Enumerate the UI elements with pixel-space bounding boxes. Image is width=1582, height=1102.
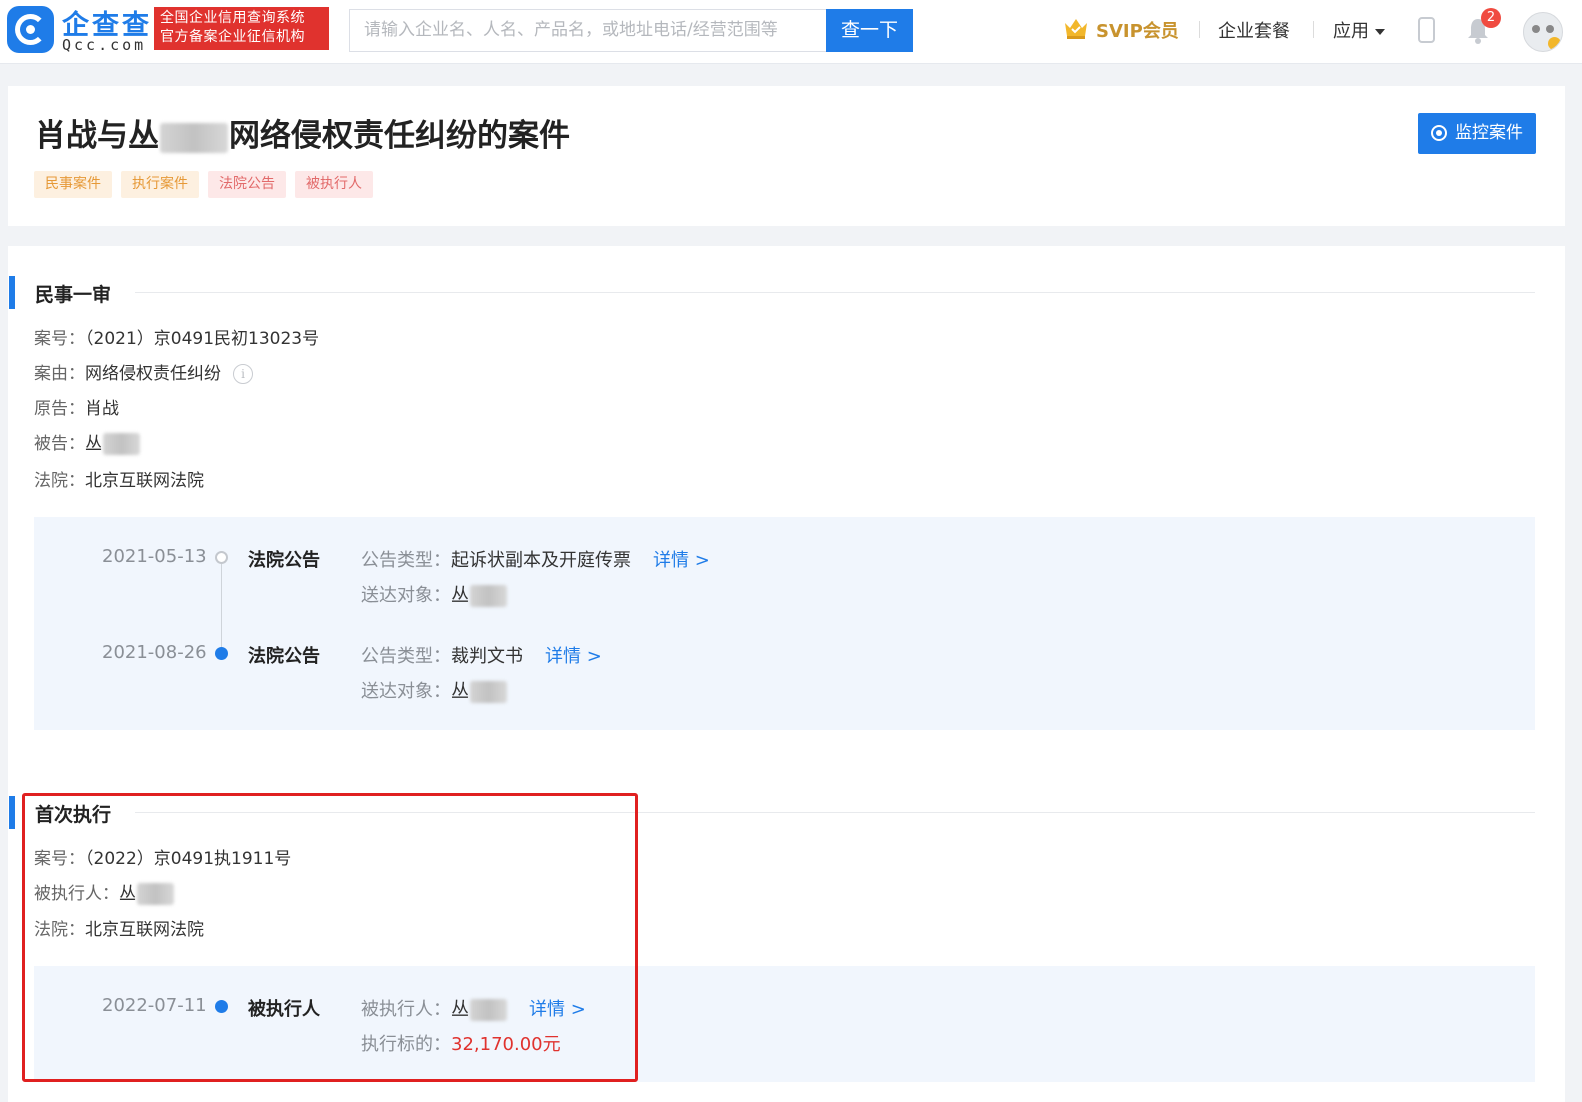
slogan-badge: 全国企业信用查询系统 官方备案企业征信机构 bbox=[154, 7, 329, 50]
first-trial-plaintiff: 原告：肖战 bbox=[34, 394, 119, 419]
case-title-suffix: 网络侵权责任纠纷的案件 bbox=[229, 118, 570, 154]
user-avatar[interactable] bbox=[1523, 12, 1563, 52]
label: 送达对象： bbox=[361, 681, 451, 702]
search-button[interactable]: 查一下 bbox=[826, 9, 913, 52]
case-title: 肖战与丛 网络侵权责任纠纷的案件 bbox=[35, 110, 570, 155]
section-title-first-trial: 民事一审 bbox=[35, 284, 112, 306]
timeline-connector bbox=[221, 563, 222, 647]
tag-execution-case: 执行案件 bbox=[121, 171, 199, 198]
timeline-dot-icon bbox=[215, 551, 228, 564]
timeline-date: 2021-05-13 bbox=[102, 546, 207, 567]
annotation-highlight-box bbox=[22, 793, 638, 1082]
redacted-name bbox=[103, 433, 140, 455]
timeline-event-type: 法院公告 bbox=[248, 550, 320, 571]
value: 裁判文书 bbox=[451, 646, 523, 667]
label: 原告： bbox=[34, 399, 85, 419]
label: 案号： bbox=[34, 329, 85, 349]
value: 北京互联网法院 bbox=[85, 471, 204, 491]
detail-link[interactable]: 详情 > bbox=[653, 550, 710, 571]
label: 公告类型： bbox=[361, 550, 451, 571]
info-icon[interactable]: i bbox=[233, 364, 253, 384]
section-marker bbox=[9, 276, 15, 309]
crown-icon bbox=[1065, 19, 1087, 39]
label: 送达对象： bbox=[361, 585, 451, 606]
qcc-logo-icon[interactable] bbox=[7, 6, 54, 53]
label: 案由： bbox=[34, 364, 85, 384]
nav-apps-dropdown[interactable]: 应用 bbox=[1333, 17, 1385, 43]
section-divider bbox=[135, 292, 1535, 293]
notification-badge: 2 bbox=[1481, 8, 1501, 28]
case-title-prefix: 肖战与丛 bbox=[35, 118, 159, 154]
monitor-icon bbox=[1431, 125, 1447, 141]
first-trial-defendant: 被告：丛 bbox=[34, 429, 140, 455]
redacted-name bbox=[470, 681, 507, 703]
monitor-case-button[interactable]: 监控案件 bbox=[1418, 113, 1536, 154]
first-trial-cause: 案由：网络侵权责任纠纷 i bbox=[34, 359, 253, 384]
case-tags: 民事案件 执行案件 法院公告 被执行人 bbox=[34, 171, 373, 198]
caret-down-icon bbox=[1375, 29, 1385, 35]
top-nav-bar: 企查查 Qcc.com 全国企业信用查询系统 官方备案企业征信机构 请输入企业名… bbox=[0, 0, 1582, 64]
value: 网络侵权责任纠纷 bbox=[85, 364, 221, 384]
monitor-case-label: 监控案件 bbox=[1455, 123, 1523, 143]
value: 丛 bbox=[451, 585, 469, 606]
detail-link[interactable]: 详情 > bbox=[545, 646, 602, 667]
label: 公告类型： bbox=[361, 646, 451, 667]
redacted-name bbox=[160, 122, 228, 153]
slogan-line-1: 全国企业信用查询系统 bbox=[160, 10, 305, 26]
mobile-phone-icon[interactable] bbox=[1418, 17, 1435, 43]
tag-court-notice: 法院公告 bbox=[208, 171, 286, 198]
logo-domain: Qcc.com bbox=[62, 36, 147, 54]
value: 丛 bbox=[451, 681, 469, 702]
value: （2021）京0491民初13023号 bbox=[85, 329, 320, 349]
timeline-dot-icon bbox=[215, 647, 228, 660]
nav-enterprise-package[interactable]: 企业套餐 bbox=[1218, 17, 1290, 43]
section-marker bbox=[9, 796, 15, 829]
divider bbox=[1313, 21, 1314, 38]
value: 肖战 bbox=[85, 399, 119, 419]
timeline-recipient: 送达对象：丛 bbox=[361, 677, 507, 703]
tag-judgment-debtor: 被执行人 bbox=[295, 171, 373, 198]
redacted-name bbox=[470, 585, 507, 607]
slogan-line-2: 官方备案企业征信机构 bbox=[160, 29, 305, 45]
search-input[interactable]: 请输入企业名、人名、产品名，或地址电话/经营范围等 bbox=[349, 9, 827, 52]
timeline-date: 2021-08-26 bbox=[102, 642, 207, 663]
label: 法院： bbox=[34, 471, 85, 491]
timeline-notice-type: 公告类型：裁判文书 详情 > bbox=[361, 642, 602, 668]
first-trial-case-no: 案号：（2021）京0491民初13023号 bbox=[34, 324, 319, 349]
label: 被告： bbox=[34, 434, 85, 454]
tag-civil-case: 民事案件 bbox=[34, 171, 112, 198]
vip-badge-icon bbox=[1548, 37, 1561, 50]
divider bbox=[1199, 21, 1200, 38]
timeline-recipient: 送达对象：丛 bbox=[361, 581, 507, 607]
first-trial-court: 法院：北京互联网法院 bbox=[34, 466, 204, 491]
timeline-notice-type: 公告类型：起诉状副本及开庭传票 详情 > bbox=[361, 546, 710, 572]
nav-apps-label: 应用 bbox=[1333, 21, 1369, 42]
first-trial-timeline: 2021-05-13 法院公告 公告类型：起诉状副本及开庭传票 详情 > 送达对象… bbox=[34, 517, 1535, 730]
timeline-event-type: 法院公告 bbox=[248, 646, 320, 667]
case-header-card: 肖战与丛 网络侵权责任纠纷的案件 民事案件 执行案件 法院公告 被执行人 监控案件 bbox=[8, 86, 1565, 226]
svip-link[interactable]: SVIP会员 bbox=[1096, 17, 1179, 43]
value: 丛 bbox=[85, 434, 102, 454]
value: 起诉状副本及开庭传票 bbox=[451, 550, 631, 571]
